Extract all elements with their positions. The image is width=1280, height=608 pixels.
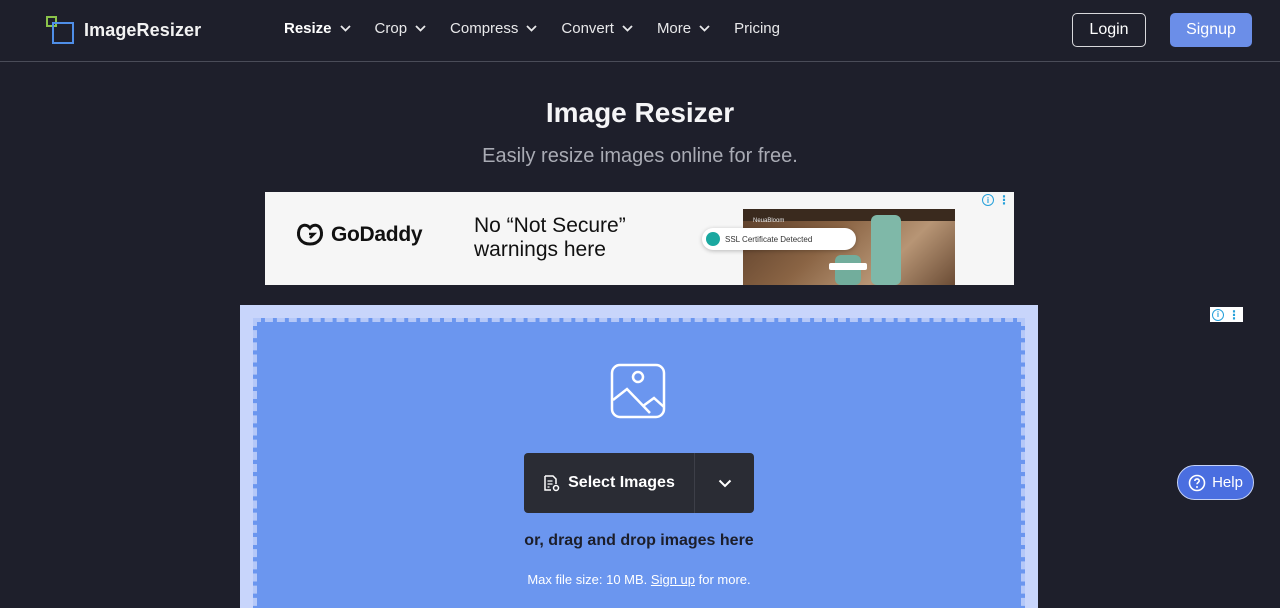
nav-convert-label: Convert [561, 20, 614, 37]
help-label: Help [1212, 474, 1243, 491]
max-size-suffix: for more. [698, 572, 751, 587]
main-nav: Resize Crop Compress Convert More Pricin… [284, 20, 804, 37]
nav-more-label: More [656, 20, 692, 37]
ad-site-name: NeuaBloom [753, 218, 785, 224]
ad-ssl-text: SSL Certificate Detected [725, 234, 813, 244]
nav-pricing-label: Pricing [734, 20, 780, 37]
chevron-down-icon [699, 25, 710, 32]
site-logo[interactable]: ImageResizer [46, 16, 201, 44]
login-button[interactable]: Login [1072, 13, 1146, 47]
side-ad-choices[interactable]: i ⋮ [1210, 307, 1243, 322]
nav-compress-label: Compress [450, 20, 519, 37]
logo-text: ImageResizer [84, 19, 202, 40]
nav-convert[interactable]: Convert [561, 20, 633, 37]
nav-pricing[interactable]: Pricing [734, 20, 780, 37]
max-size-text: Max file size: 10 MB. [527, 572, 648, 587]
more-vertical-icon: ⋮ [1228, 307, 1240, 322]
more-vertical-icon: ⋮ [998, 193, 1010, 207]
ad-banner[interactable]: GoDaddy No “Not Secure” warnings here Ne… [265, 192, 1014, 285]
info-icon: i [982, 194, 994, 206]
select-images-label: Select Images [568, 474, 675, 491]
select-images-group: Select Images [524, 453, 754, 513]
signup-button[interactable]: Signup [1170, 13, 1252, 47]
nav-more[interactable]: More [657, 20, 710, 37]
nav-resize-label: Resize [284, 20, 332, 37]
help-button[interactable]: Help [1177, 465, 1254, 500]
lock-icon [706, 232, 720, 246]
ad-brand-logo: GoDaddy [295, 222, 423, 248]
page-title: Image Resizer [545, 97, 735, 128]
chevron-down-icon [415, 25, 426, 32]
chevron-down-icon [526, 25, 538, 32]
chevron-down-icon [339, 25, 351, 32]
image-icon [610, 363, 666, 419]
nav-compress[interactable]: Compress [450, 20, 538, 37]
chevron-down-icon [718, 479, 731, 487]
drag-drop-hint: or, drag and drop images here [524, 532, 754, 549]
nav-resize[interactable]: Resize [284, 20, 351, 37]
godaddy-logo-icon [297, 223, 323, 246]
info-icon: i [1212, 308, 1224, 321]
ad-ssl-badge: SSL Certificate Detected [702, 228, 856, 250]
top-header: ImageResizer Resize Crop Compress Conver… [0, 0, 1280, 62]
nav-crop-label: Crop [374, 20, 408, 37]
select-images-button[interactable]: Select Images [524, 453, 695, 513]
nav-crop[interactable]: Crop [375, 20, 427, 37]
ad-brand-name: GoDaddy [331, 223, 423, 246]
logo-icon [46, 16, 74, 44]
file-size-note: Max file size: 10 MB. Sign up for more. [0, 572, 1278, 587]
select-source-dropdown[interactable] [695, 453, 754, 513]
question-circle-icon [1188, 474, 1206, 491]
file-settings-icon [544, 474, 560, 491]
ad-headline: No “Not Secure” warnings here [474, 214, 626, 261]
page-subtitle: Easily resize images online for free. [482, 145, 798, 167]
ad-choices[interactable]: i ⋮ [982, 194, 1010, 206]
signup-link[interactable]: Sign up [651, 572, 695, 587]
chevron-down-icon [622, 25, 633, 32]
